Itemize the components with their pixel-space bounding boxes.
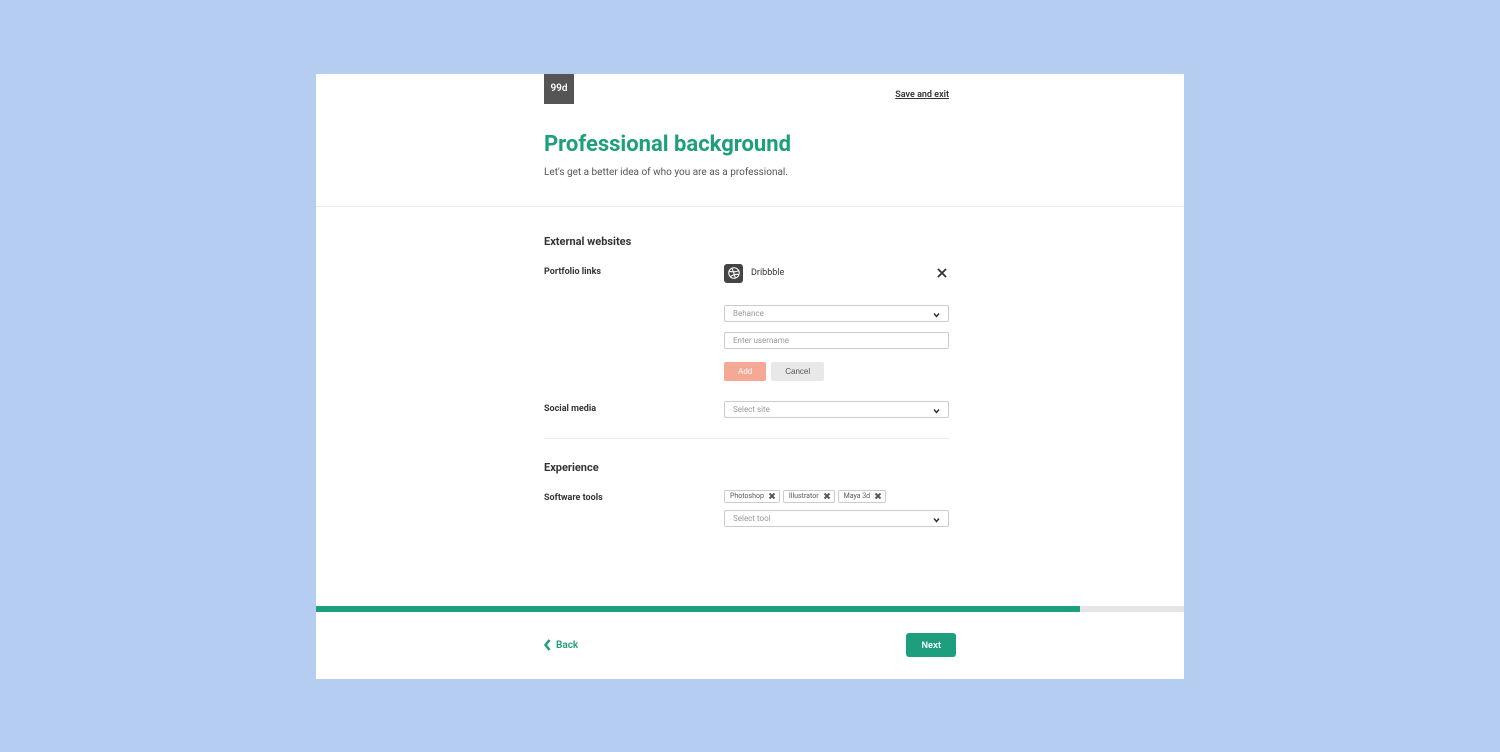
chevron-left-icon [544,639,551,651]
footer: Back Next [316,612,1184,679]
add-button[interactable]: Add [724,362,766,381]
tag-remove-button[interactable] [874,492,882,500]
divider [544,438,949,439]
close-icon [824,493,830,499]
logo: 99d [544,74,574,104]
section-title-external: External websites [544,235,949,248]
social-content: Select site [724,401,949,418]
dribbble-icon [724,264,743,283]
software-content: Photoshop Illustrator Maya 3d Select tool [724,490,949,527]
page-subtitle: Let's get a better idea of who you are a… [544,167,1184,178]
portfolio-content: Dribbble Behance Add Cancel [724,264,949,381]
software-tool-select[interactable]: Select tool [724,510,949,527]
software-tag: Photoshop [724,490,780,503]
close-icon [769,493,775,499]
back-label: Back [556,640,578,651]
software-tags: Photoshop Illustrator Maya 3d [724,490,949,503]
software-row: Software tools Photoshop Illustrator Maya … [544,490,949,527]
chevron-down-icon [933,311,940,316]
software-label: Software tools [544,490,724,527]
back-button[interactable]: Back [544,639,578,651]
page-title: Professional background [544,132,1184,157]
tag-remove-button[interactable] [768,492,776,500]
tag-remove-button[interactable] [823,492,831,500]
chevron-down-icon [933,407,940,412]
portfolio-label: Portfolio links [544,264,724,381]
linked-portfolio-name: Dribbble [751,268,784,278]
header-content: Professional background Let's get a bett… [544,74,1184,206]
social-row: Social media Select site [544,401,949,418]
close-icon [937,268,947,278]
tag-label: Maya 3d [844,492,871,500]
linked-portfolio-item: Dribbble [724,264,949,283]
app-window: 99d Save and exit Professional backgroun… [316,74,1184,679]
next-button[interactable]: Next [906,633,956,657]
logo-text: 99d [550,83,567,94]
chevron-down-icon [933,516,940,521]
software-tool-placeholder: Select tool [733,514,771,523]
portfolio-site-select[interactable]: Behance [724,305,949,322]
close-icon [875,493,881,499]
portfolio-site-value: Behance [733,309,764,318]
save-and-exit-link[interactable]: Save and exit [895,90,949,100]
username-input[interactable] [724,332,949,349]
main-content: External websites Portfolio links Dribbb… [316,207,1184,606]
progress-bar [316,606,1184,612]
social-site-select[interactable]: Select site [724,401,949,418]
social-label: Social media [544,401,724,418]
remove-portfolio-button[interactable] [935,266,949,280]
portfolio-row: Portfolio links Dribbble [544,264,949,381]
tag-label: Photoshop [730,492,764,500]
software-tag: Maya 3d [838,490,887,503]
social-site-placeholder: Select site [733,405,770,414]
software-tag: Illustrator [783,490,835,503]
section-title-experience: Experience [544,461,949,474]
portfolio-btn-row: Add Cancel [724,362,949,381]
tag-label: Illustrator [789,492,819,500]
cancel-button[interactable]: Cancel [771,362,824,381]
progress-fill [316,606,1080,612]
header: 99d Save and exit Professional backgroun… [316,74,1184,207]
